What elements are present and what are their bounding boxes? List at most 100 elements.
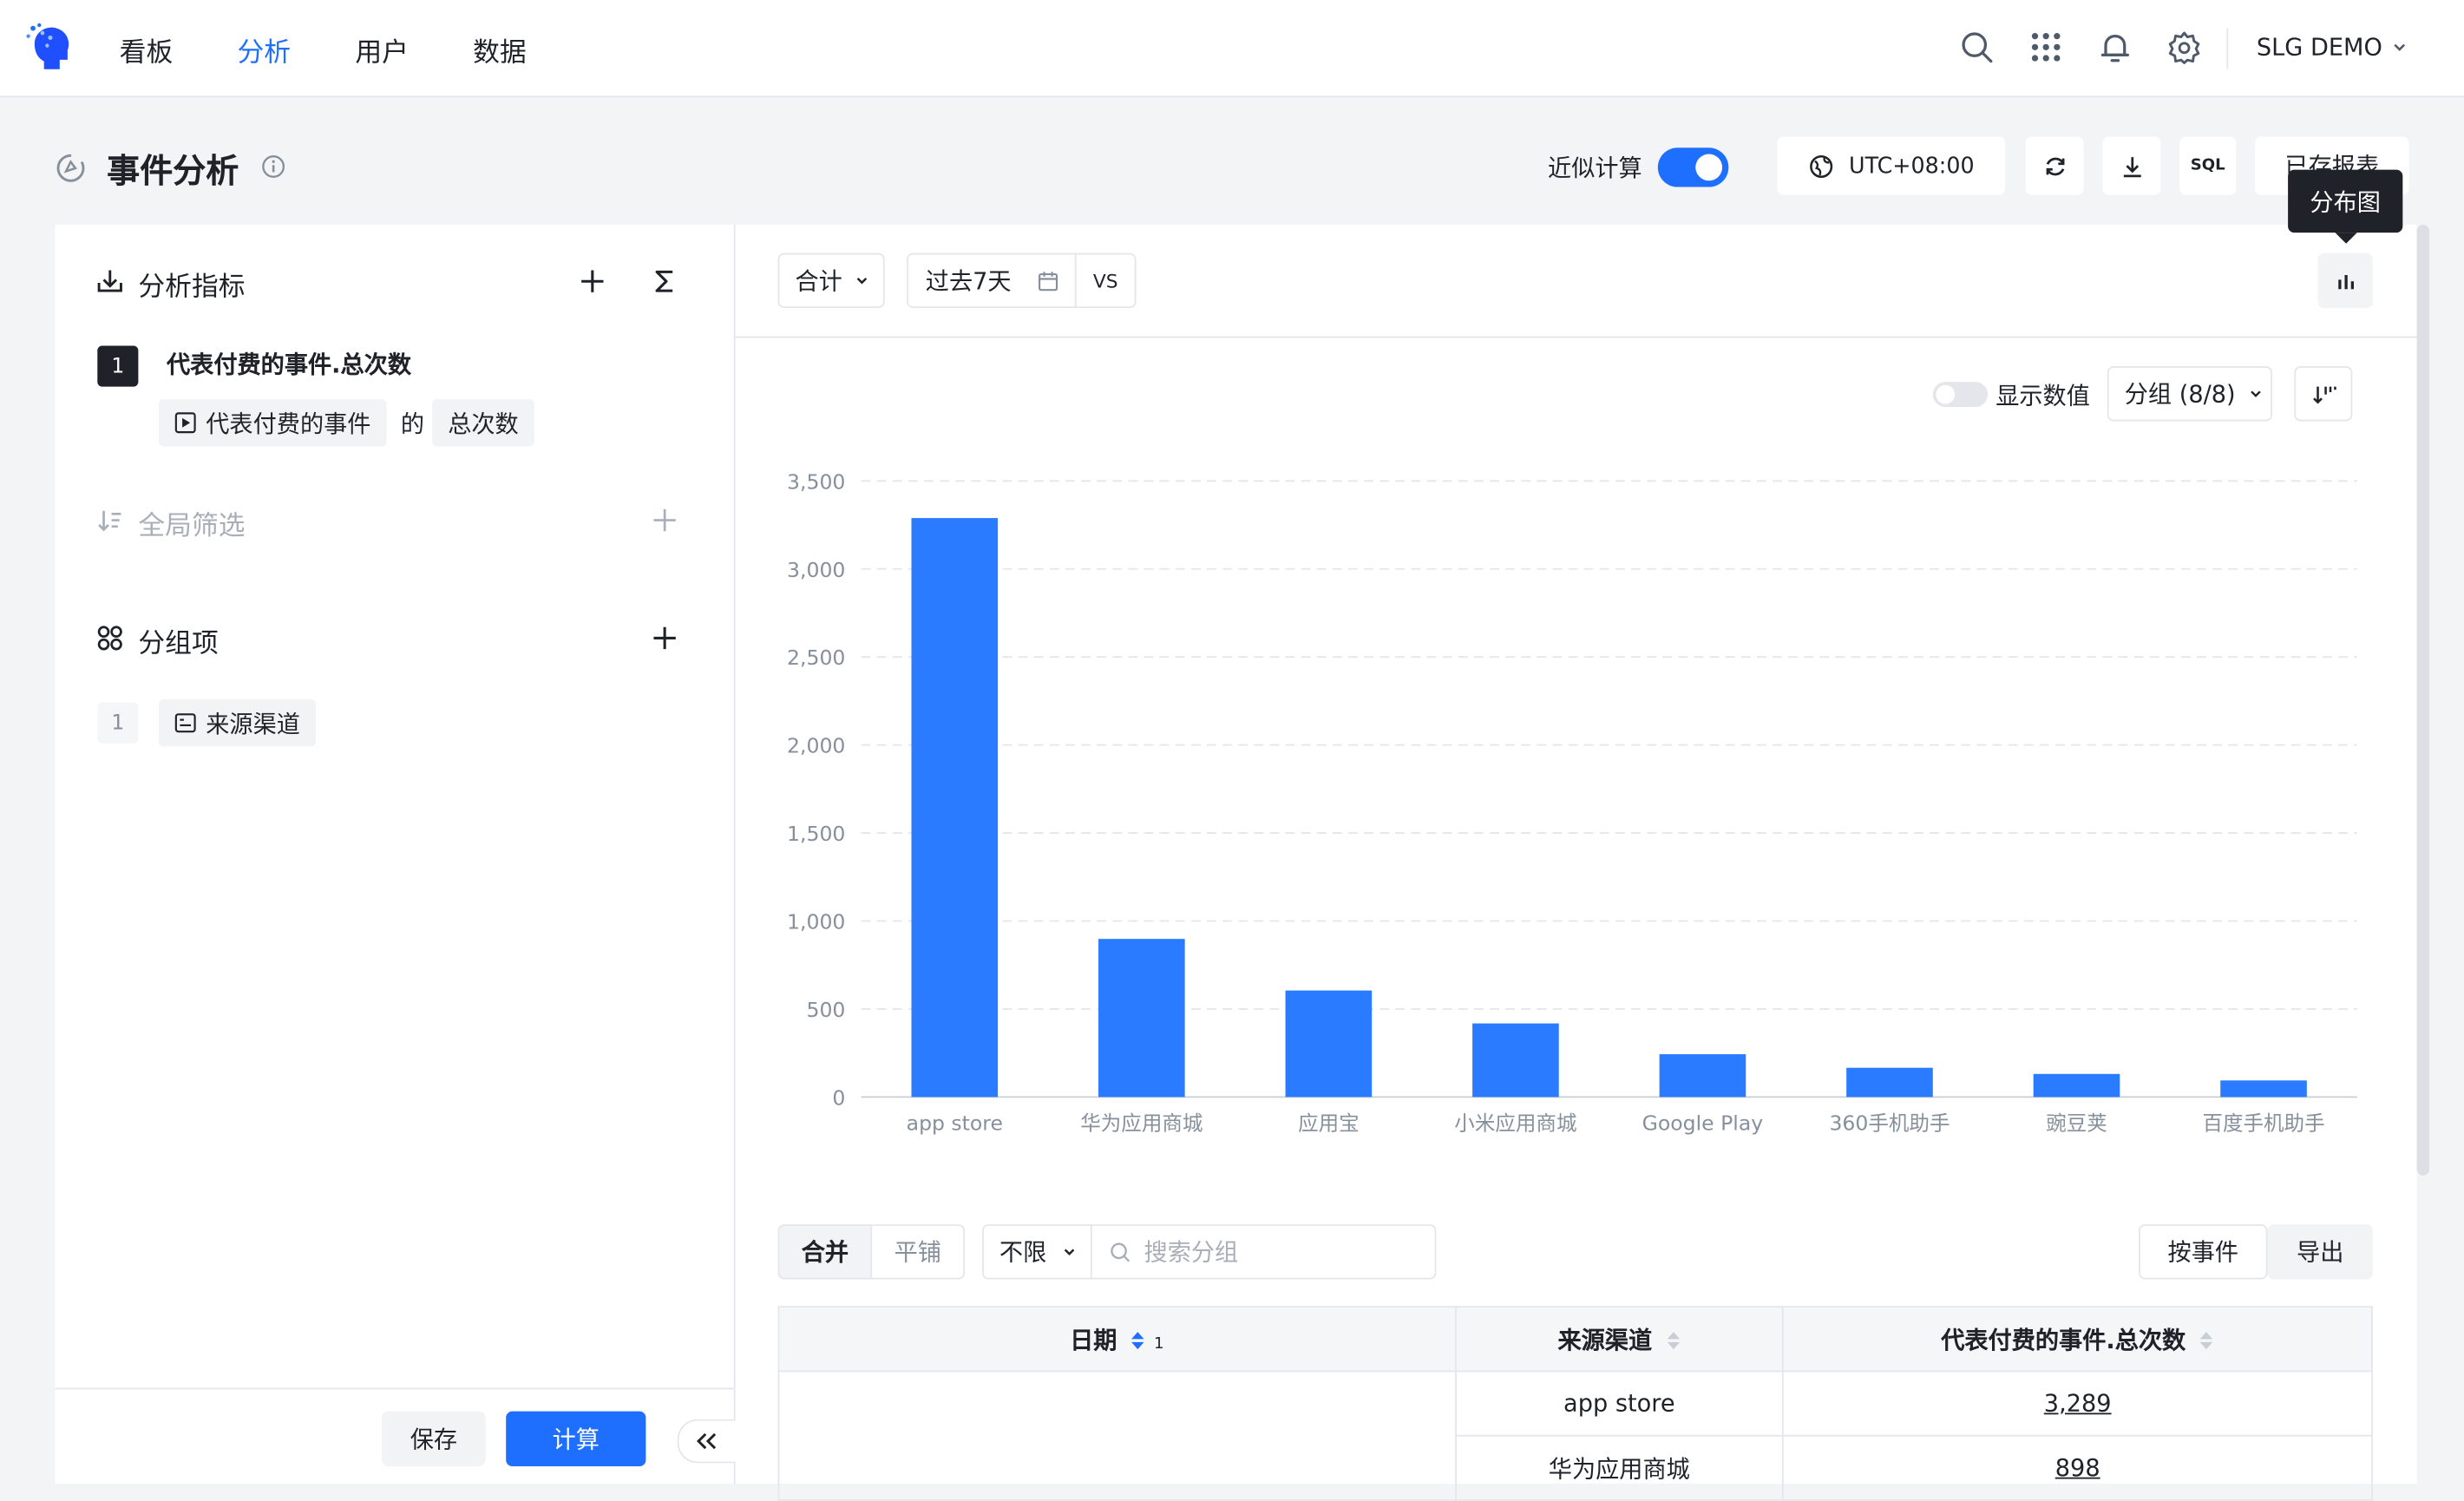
bar[interactable] <box>1846 1067 1933 1098</box>
sort-button[interactable] <box>2294 366 2353 422</box>
aggregation-select[interactable]: 合计 <box>777 252 885 309</box>
metric-column-header[interactable]: 代表付费的事件.总次数 <box>1782 1306 2373 1373</box>
logo-icon[interactable] <box>25 22 72 72</box>
metric-index-badge: 1 <box>97 345 139 387</box>
vertical-scrollbar[interactable] <box>2416 225 2430 1176</box>
user-menu[interactable]: SLG DEMO <box>2257 33 2408 62</box>
calculate-button[interactable]: 计算 <box>506 1411 646 1467</box>
bar[interactable] <box>1285 990 1373 1098</box>
apps-grid-icon[interactable] <box>2028 29 2063 64</box>
sort-icon <box>1131 1332 1144 1350</box>
export-button[interactable]: 导出 <box>2267 1224 2373 1280</box>
add-filter-button[interactable] <box>651 506 679 534</box>
group-select[interactable]: 分组 (8/8) <box>2107 366 2272 422</box>
search-icon[interactable] <box>1960 29 1995 64</box>
show-values-toggle[interactable] <box>1932 382 1989 408</box>
row-limit-select[interactable]: 不限 <box>982 1224 1092 1280</box>
info-icon[interactable] <box>261 154 286 180</box>
approx-calc-label: 近似计算 <box>1548 154 1642 183</box>
event-icon <box>174 412 196 434</box>
metric-event-chip[interactable]: 代表付费的事件 <box>158 399 387 447</box>
global-filter-title: 全局筛选 <box>138 510 246 542</box>
bar-chart-icon <box>2337 274 2354 289</box>
timezone-button[interactable]: UTC+08:00 <box>1777 136 2006 195</box>
merge-tab[interactable]: 合并 <box>777 1224 873 1280</box>
chevron-down-icon <box>856 278 868 285</box>
metric-header-label: 代表付费的事件.总次数 <box>1941 1325 2186 1354</box>
event-analysis-icon <box>56 154 85 182</box>
date-range-picker[interactable]: 过去7天 <box>907 252 1077 309</box>
approx-calc-toggle[interactable] <box>1657 147 1729 187</box>
date-cell <box>777 1370 1457 1501</box>
metric-cell: 3,289 <box>1782 1370 2373 1437</box>
download-button[interactable] <box>2102 136 2161 195</box>
bar[interactable] <box>1098 939 1185 1098</box>
metric-value-link[interactable]: 898 <box>2055 1454 2100 1483</box>
table-row: app store 3,289 <box>777 1370 2373 1501</box>
bar-chart: 0 500 1,000 1,500 2,000 2,500 3,000 3,500 app st… <box>787 469 2357 1135</box>
group-search-input[interactable]: 搜索分组 <box>1090 1224 1437 1280</box>
refresh-icon <box>2045 156 2064 175</box>
metric-value-link[interactable]: 3,289 <box>2044 1389 2112 1418</box>
sql-button[interactable]: SQL <box>2179 136 2237 195</box>
metric-name[interactable]: 代表付费的事件.总次数 <box>167 347 411 380</box>
group-field-chip[interactable]: 来源渠道 <box>158 699 317 747</box>
metrics-section-title: 分析指标 <box>138 272 246 304</box>
group-select-value: 分组 (8/8) <box>2124 380 2236 409</box>
nav-item-data[interactable]: 数据 <box>473 29 527 69</box>
y-tick-label: 2,000 <box>787 734 845 758</box>
sigma-icon[interactable] <box>651 267 679 296</box>
add-metric-button[interactable] <box>579 267 607 296</box>
add-group-button[interactable] <box>651 624 679 652</box>
search-icon <box>1111 1242 1130 1262</box>
by-event-button[interactable]: 按事件 <box>2139 1224 2268 1280</box>
query-config-panel: 分析指标 1 代表付费的事件.总次数 代表付费的事件 的 总次数 全局筛选 分组… <box>55 225 736 1485</box>
globe-icon <box>1809 154 1832 178</box>
tile-tab[interactable]: 平铺 <box>872 1224 966 1280</box>
nav-item-dashboard[interactable]: 看板 <box>120 29 174 69</box>
gear-icon[interactable] <box>2167 29 2202 64</box>
x-tick-label: app store <box>907 1111 1003 1135</box>
group-search-placeholder: 搜索分组 <box>1144 1238 1239 1267</box>
sort-order-index: 1 <box>1153 1334 1164 1353</box>
nav-item-analysis[interactable]: 分析 <box>237 29 291 69</box>
collapse-panel-button[interactable] <box>677 1419 736 1464</box>
bar[interactable] <box>911 518 999 1098</box>
x-tick-label: Google Play <box>1642 1111 1764 1135</box>
table-header-row: 日期 1 来源渠道 代表付费的事件.总次数 <box>777 1306 2373 1373</box>
date-header-label: 日期 <box>1070 1325 1117 1354</box>
chevron-down-icon <box>2250 390 2261 397</box>
x-tick-label: 应用宝 <box>1298 1111 1360 1135</box>
result-panel: 合计 过去7天 VS 分布图 显示数值 分组 (8/8) 0 500 1,000… <box>735 169 2417 1501</box>
refresh-button[interactable] <box>2025 136 2084 195</box>
bell-icon[interactable] <box>2098 29 2133 64</box>
date-column-header[interactable]: 日期 1 <box>777 1306 1457 1373</box>
bar[interactable] <box>2220 1080 2307 1098</box>
calendar-icon <box>1038 271 1058 291</box>
date-range-value: 过去7天 <box>925 266 1012 296</box>
left-panel-footer: 保存 计算 <box>55 1387 736 1485</box>
app-root: 看板 分析 用户 数据 SLG DEMO 事件分析 近似计算 UTC+08:00… <box>0 0 2464 1501</box>
toolbar-divider <box>735 336 2417 338</box>
bar[interactable] <box>2033 1073 2120 1098</box>
metric-agg-chip[interactable]: 总次数 <box>432 399 534 447</box>
compare-vs-button[interactable]: VS <box>1074 252 1137 309</box>
bar[interactable] <box>1659 1054 1746 1098</box>
channel-column-header[interactable]: 来源渠道 <box>1454 1306 1785 1373</box>
nav-item-users[interactable]: 用户 <box>355 29 409 69</box>
sort-icon <box>2199 1332 2213 1350</box>
chevron-down-icon <box>2394 43 2406 51</box>
metric-agg-label: 总次数 <box>448 409 519 438</box>
bar[interactable] <box>1472 1023 1559 1098</box>
download-icon <box>2122 156 2140 177</box>
x-tick-label: 华为应用商城 <box>1080 1111 1203 1135</box>
metric-of-text: 的 <box>400 410 425 439</box>
compare-vs-label: VS <box>1092 269 1118 292</box>
chart-type-button[interactable] <box>2317 252 2373 309</box>
channel-cell: 华为应用商城 <box>1454 1434 1785 1501</box>
save-button[interactable]: 保存 <box>382 1411 486 1467</box>
user-name: SLG DEMO <box>2256 33 2382 62</box>
y-tick-label: 3,500 <box>787 469 845 494</box>
sort-icon <box>1666 1332 1680 1350</box>
channel-cell: app store <box>1454 1370 1785 1437</box>
